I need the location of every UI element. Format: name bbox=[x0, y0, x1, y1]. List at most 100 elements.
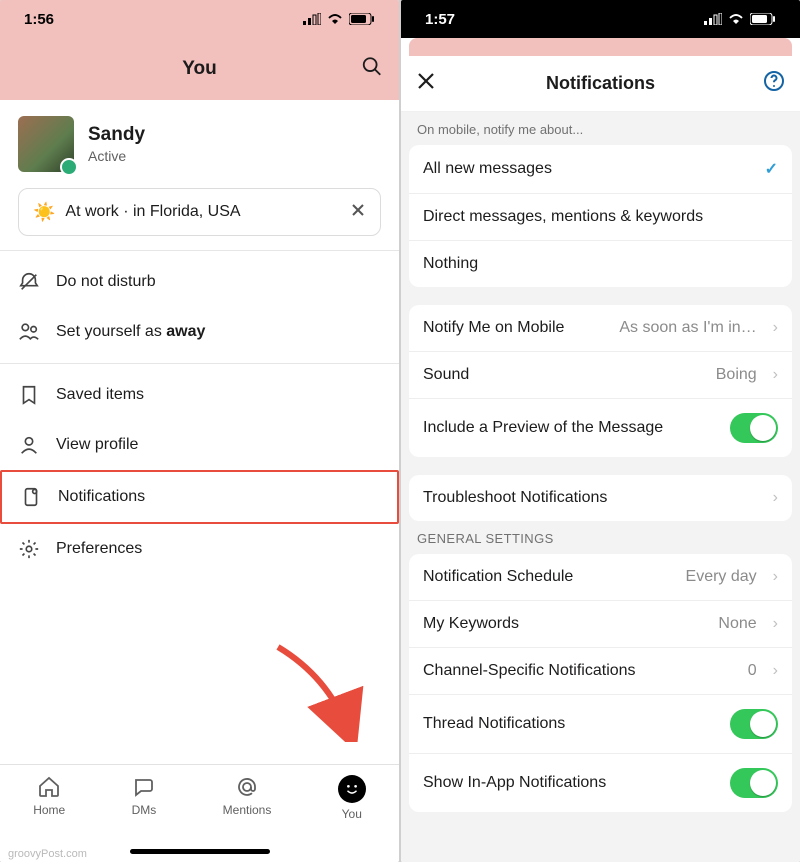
menu-label: Saved items bbox=[56, 386, 144, 404]
tab-label: Home bbox=[33, 803, 65, 817]
option-nothing[interactable]: Nothing bbox=[409, 240, 792, 287]
cell-thread-notifications[interactable]: Thread Notifications bbox=[409, 694, 792, 753]
menu-label: Notifications bbox=[58, 488, 145, 506]
close-button[interactable] bbox=[415, 70, 437, 97]
cell-keywords[interactable]: My Keywords None › bbox=[409, 600, 792, 647]
cell-value: Every day bbox=[686, 568, 757, 586]
battery-icon bbox=[349, 13, 375, 25]
cellular-icon bbox=[704, 13, 722, 25]
profile-row[interactable]: Sandy Active bbox=[0, 100, 399, 188]
menu-notifications[interactable]: Notifications bbox=[0, 470, 399, 524]
bookmark-icon bbox=[18, 384, 40, 406]
cell-label: Sound bbox=[423, 366, 706, 384]
profile-info: Sandy Active bbox=[88, 124, 145, 164]
menu-view-profile[interactable]: View profile bbox=[0, 420, 399, 470]
search-icon bbox=[361, 56, 383, 78]
cell-value: None bbox=[718, 615, 756, 633]
cell-label: Troubleshoot Notifications bbox=[423, 489, 757, 507]
cell-label: Thread Notifications bbox=[423, 715, 720, 733]
chevron-right-icon: › bbox=[773, 568, 778, 586]
general-group: Notification Schedule Every day › My Key… bbox=[409, 554, 792, 812]
wifi-icon bbox=[327, 13, 343, 25]
chevron-right-icon: › bbox=[773, 489, 778, 507]
cell-troubleshoot[interactable]: Troubleshoot Notifications › bbox=[409, 475, 792, 521]
status-bar: 1:56 bbox=[0, 0, 399, 38]
chevron-right-icon: › bbox=[773, 615, 778, 633]
toggle-switch[interactable] bbox=[730, 768, 778, 798]
status-box[interactable]: ☀️ At work · in Florida, USA bbox=[18, 188, 381, 236]
cell-label: Show In-App Notifications bbox=[423, 774, 720, 792]
status-icons bbox=[704, 13, 776, 25]
dms-icon bbox=[132, 775, 156, 799]
tab-you[interactable]: You bbox=[338, 775, 366, 821]
cell-label: Nothing bbox=[423, 255, 778, 273]
profile-icon bbox=[18, 434, 40, 456]
status-bar: 1:57 bbox=[401, 0, 800, 38]
cell-label: My Keywords bbox=[423, 615, 708, 633]
cell-value: 0 bbox=[748, 662, 757, 680]
notifications-icon bbox=[20, 486, 42, 508]
header-pink: 1:56 You bbox=[0, 0, 399, 100]
gear-icon bbox=[18, 538, 40, 560]
cell-sound[interactable]: Sound Boing › bbox=[409, 351, 792, 398]
profile-presence: Active bbox=[88, 148, 145, 164]
chevron-right-icon: › bbox=[773, 319, 778, 337]
sun-icon: ☀️ bbox=[33, 202, 55, 223]
cell-label: Notification Schedule bbox=[423, 568, 676, 586]
menu-preferences[interactable]: Preferences bbox=[0, 524, 399, 574]
cell-preview[interactable]: Include a Preview of the Message bbox=[409, 398, 792, 457]
mentions-icon bbox=[235, 775, 259, 799]
time-label: 1:57 bbox=[425, 11, 455, 28]
menu-do-not-disturb[interactable]: Do not disturb bbox=[0, 257, 399, 307]
sheet-body: On mobile, notify me about... All new me… bbox=[401, 112, 800, 862]
menu-saved-items[interactable]: Saved items bbox=[0, 370, 399, 420]
menu-set-away[interactable]: Set yourself as away bbox=[0, 307, 399, 357]
page-title: You bbox=[182, 58, 216, 80]
dnd-icon bbox=[18, 271, 40, 293]
menu-label: View profile bbox=[56, 436, 138, 454]
option-all-messages[interactable]: All new messages ✓ bbox=[409, 145, 792, 193]
annotation-arrow bbox=[268, 642, 368, 742]
cell-channel-specific[interactable]: Channel-Specific Notifications 0 › bbox=[409, 647, 792, 694]
divider bbox=[0, 250, 399, 251]
profile-name: Sandy bbox=[88, 124, 145, 146]
tab-dms[interactable]: DMs bbox=[132, 775, 157, 817]
status-icons bbox=[303, 13, 375, 25]
notify-options-group: All new messages ✓ Direct messages, ment… bbox=[409, 145, 792, 287]
home-indicator bbox=[130, 849, 270, 854]
help-icon bbox=[762, 69, 786, 93]
cell-label: Direct messages, mentions & keywords bbox=[423, 208, 778, 226]
avatar bbox=[18, 116, 74, 172]
clear-status-button[interactable] bbox=[350, 202, 366, 223]
cell-inapp-notifications[interactable]: Show In-App Notifications bbox=[409, 753, 792, 812]
tab-home[interactable]: Home bbox=[33, 775, 65, 817]
you-face-icon bbox=[343, 782, 361, 796]
help-button[interactable] bbox=[762, 69, 786, 98]
cell-notify-mobile[interactable]: Notify Me on Mobile As soon as I'm in… › bbox=[409, 305, 792, 351]
sheet-title: Notifications bbox=[546, 73, 655, 94]
search-button[interactable] bbox=[361, 56, 383, 83]
phone-you-screen: 1:56 You Sandy Active ☀️ At work · in Fl… bbox=[0, 0, 399, 862]
wifi-icon bbox=[728, 13, 744, 25]
check-icon: ✓ bbox=[765, 159, 778, 179]
tab-label: DMs bbox=[132, 803, 157, 817]
troubleshoot-group: Troubleshoot Notifications › bbox=[409, 475, 792, 521]
menu-label: Preferences bbox=[56, 540, 142, 558]
cell-label: Notify Me on Mobile bbox=[423, 319, 609, 337]
background-peek bbox=[409, 38, 792, 56]
tab-mentions[interactable]: Mentions bbox=[223, 775, 272, 817]
toggle-switch[interactable] bbox=[730, 413, 778, 443]
cell-value: As soon as I'm in… bbox=[619, 319, 756, 337]
cell-schedule[interactable]: Notification Schedule Every day › bbox=[409, 554, 792, 600]
status-text: At work · in Florida, USA bbox=[65, 203, 240, 221]
divider bbox=[0, 363, 399, 364]
tab-label: You bbox=[342, 807, 362, 821]
cell-label: Include a Preview of the Message bbox=[423, 419, 720, 437]
tab-label: Mentions bbox=[223, 803, 272, 817]
menu-label: Set yourself as away bbox=[56, 323, 205, 341]
mobile-group: Notify Me on Mobile As soon as I'm in… ›… bbox=[409, 305, 792, 457]
close-icon bbox=[350, 202, 366, 218]
option-dm-mentions[interactable]: Direct messages, mentions & keywords bbox=[409, 193, 792, 240]
toggle-switch[interactable] bbox=[730, 709, 778, 739]
section-caption: On mobile, notify me about... bbox=[401, 112, 800, 145]
